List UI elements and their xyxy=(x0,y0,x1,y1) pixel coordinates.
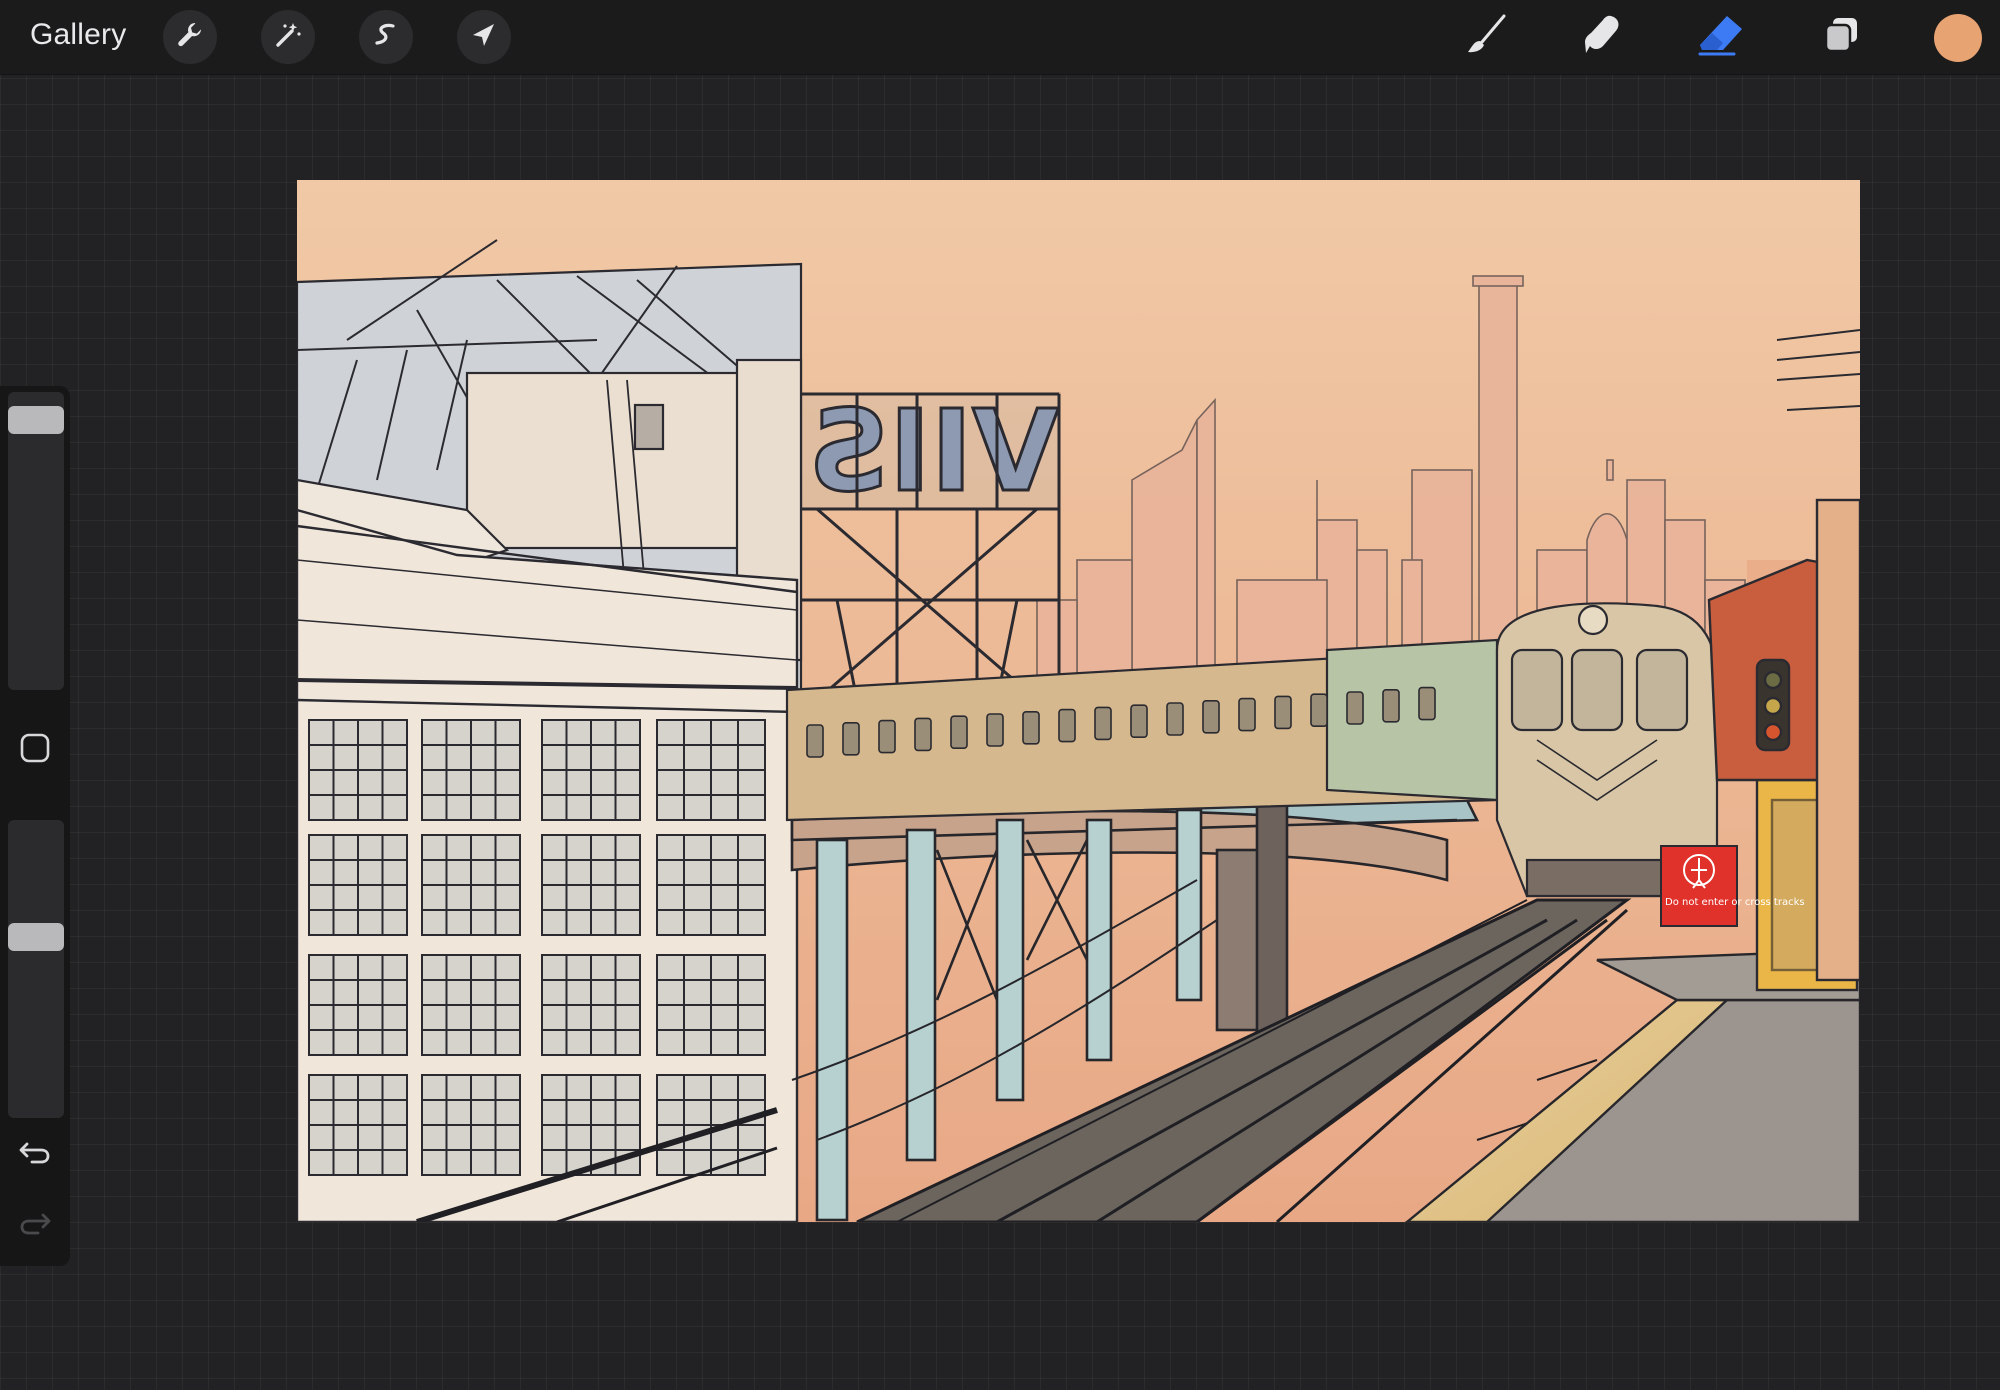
redo-button xyxy=(14,1202,56,1244)
brush-icon xyxy=(1463,12,1509,63)
billboard-letters: VIIS xyxy=(808,387,1059,517)
train-window xyxy=(950,715,968,750)
selection-button[interactable] xyxy=(359,10,413,64)
wrench-icon xyxy=(175,20,205,55)
train-window xyxy=(1022,710,1040,745)
gallery-button[interactable]: Gallery xyxy=(30,18,126,52)
layers-button[interactable] xyxy=(1814,10,1868,64)
undo-arrow-icon xyxy=(17,1132,53,1173)
adjustments-button[interactable] xyxy=(261,10,315,64)
top-toolbar: Gallery xyxy=(0,0,2000,75)
smudge-tool-button[interactable] xyxy=(1575,10,1629,64)
actions-button[interactable] xyxy=(163,10,217,64)
artwork-illustration: VIIS Do not enter or cross tracks xyxy=(297,180,1860,1222)
train-window xyxy=(1418,686,1436,721)
train-window xyxy=(1274,695,1292,730)
train-window xyxy=(1166,702,1184,736)
warning-sign-text: Do not enter or cross tracks xyxy=(1665,897,1805,908)
square-outline-icon xyxy=(19,732,51,769)
layers-icon xyxy=(1818,12,1864,63)
train-window xyxy=(842,721,860,756)
brush-size-slider[interactable] xyxy=(8,392,64,690)
color-picker-swatch[interactable] xyxy=(1934,14,1982,62)
left-sidebar xyxy=(0,386,70,1266)
arrow-cursor-icon xyxy=(469,20,499,55)
train-window xyxy=(1382,688,1400,723)
brush-size-slider-thumb[interactable] xyxy=(8,406,64,434)
opacity-slider[interactable] xyxy=(8,820,64,1118)
redo-arrow-icon xyxy=(17,1203,53,1244)
train-window xyxy=(1346,691,1364,725)
train-window xyxy=(1238,697,1256,732)
train-window xyxy=(914,717,932,752)
brush-tool-button[interactable] xyxy=(1459,10,1513,64)
undo-button[interactable] xyxy=(14,1131,56,1173)
train-window xyxy=(878,719,896,754)
opacity-slider-thumb[interactable] xyxy=(8,923,64,951)
transform-button[interactable] xyxy=(457,10,511,64)
train-window xyxy=(986,713,1004,747)
drawing-canvas[interactable]: VIIS Do not enter or cross tracks xyxy=(297,180,1860,1222)
eraser-tool-button[interactable] xyxy=(1694,10,1748,64)
train-window xyxy=(1310,693,1328,728)
eraser-icon xyxy=(1696,12,1746,63)
selection-s-icon xyxy=(371,20,401,55)
modify-button[interactable] xyxy=(18,733,52,767)
train-window xyxy=(1094,706,1112,741)
magic-wand-icon xyxy=(273,20,303,55)
smudge-finger-icon xyxy=(1579,12,1625,63)
train-window xyxy=(1202,699,1220,734)
train-window xyxy=(806,724,824,758)
train-window xyxy=(1130,704,1148,739)
train-window xyxy=(1058,708,1076,743)
